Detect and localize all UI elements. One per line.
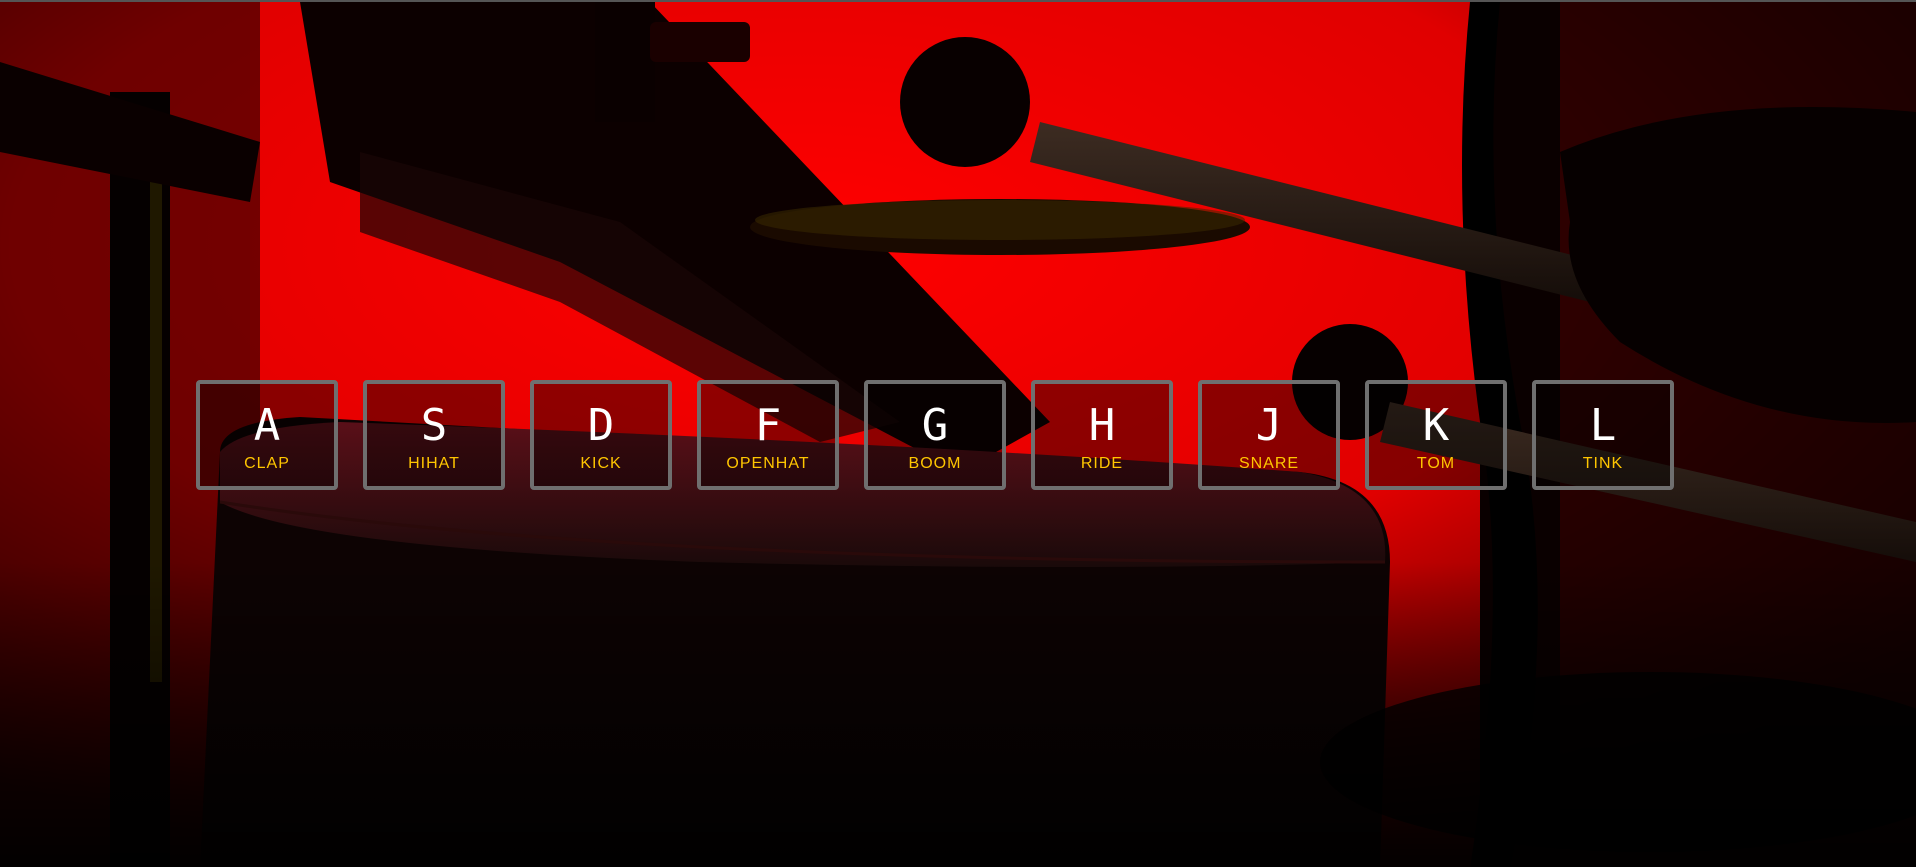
key-sound-label: BOOM: [908, 455, 962, 472]
key-letter: D: [587, 400, 615, 451]
drum-key-j[interactable]: J SNARE: [1198, 380, 1340, 490]
key-letter: A: [253, 400, 281, 451]
key-sound-label: TOM: [1416, 455, 1456, 472]
key-sound-label: CLAP: [244, 455, 290, 472]
drum-key-k[interactable]: K TOM: [1365, 380, 1507, 490]
key-letter: G: [921, 400, 949, 451]
key-sound-label: RIDE: [1080, 455, 1124, 472]
key-letter: F: [754, 400, 782, 451]
key-letter: K: [1422, 400, 1450, 451]
key-letter: J: [1255, 400, 1283, 451]
drum-key-d[interactable]: D KICK: [530, 380, 672, 490]
key-letter: H: [1088, 400, 1116, 451]
key-sound-label: OPENHAT: [726, 455, 810, 472]
drum-keys-row: A CLAP S HIHAT D KICK F OPENHAT G BOOM H…: [196, 380, 1674, 490]
drum-key-l[interactable]: L TINK: [1532, 380, 1674, 490]
key-letter: S: [420, 400, 448, 451]
key-letter: L: [1589, 400, 1617, 451]
drum-key-a[interactable]: A CLAP: [196, 380, 338, 490]
key-sound-label: HIHAT: [408, 455, 460, 472]
key-sound-label: TINK: [1582, 455, 1624, 472]
drum-key-h[interactable]: H RIDE: [1031, 380, 1173, 490]
drum-key-s[interactable]: S HIHAT: [363, 380, 505, 490]
drum-key-f[interactable]: F OPENHAT: [697, 380, 839, 490]
drum-key-g[interactable]: G BOOM: [864, 380, 1006, 490]
key-sound-label: KICK: [580, 455, 622, 472]
key-sound-label: SNARE: [1238, 455, 1300, 472]
